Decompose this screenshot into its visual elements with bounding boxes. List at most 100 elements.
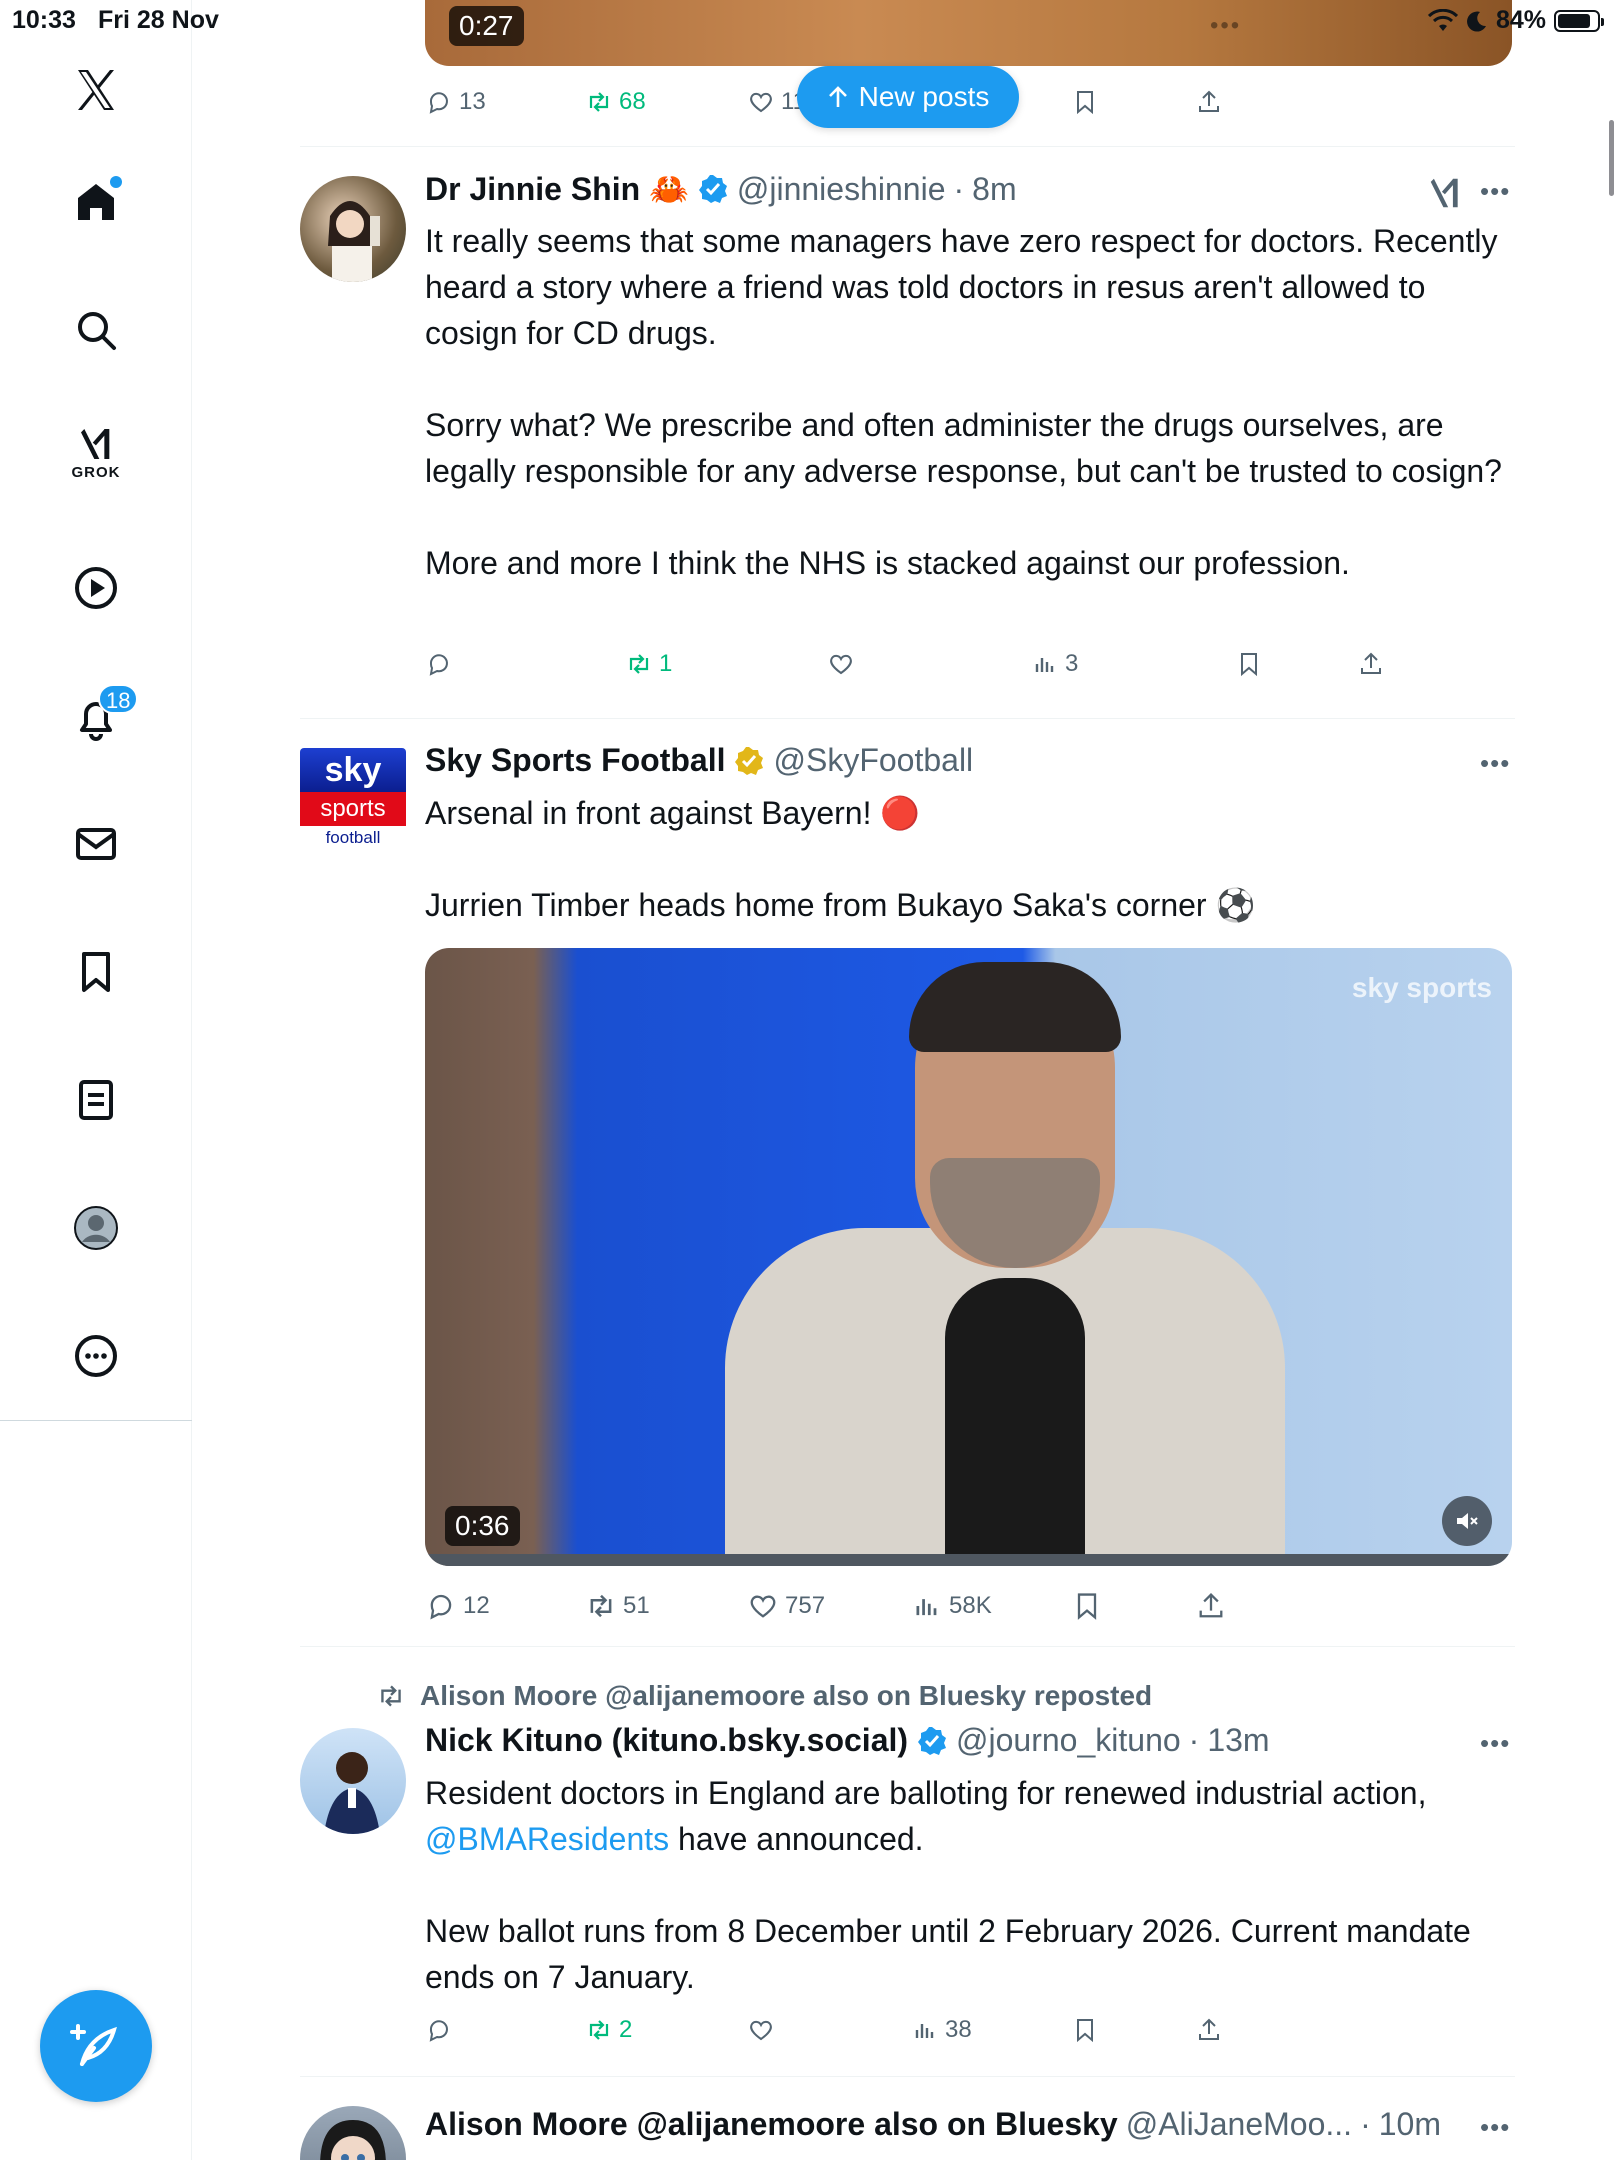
share-button[interactable]: [1357, 650, 1385, 678]
bookmark-icon: [1077, 2019, 1093, 2043]
views-button[interactable]: 3: [1031, 650, 1078, 678]
views-count: 58K: [949, 1592, 992, 1619]
logo-football: football: [325, 828, 381, 847]
avatar[interactable]: [300, 2106, 406, 2160]
views-button[interactable]: 58K: [911, 1590, 992, 1622]
author-name[interactable]: Dr Jinnie Shin 🦀: [425, 170, 689, 208]
author-handle[interactable]: @SkyFootball: [773, 742, 973, 779]
bell-icon[interactable]: 18: [62, 684, 139, 752]
share-button[interactable]: [1195, 88, 1223, 116]
reply-count: 13: [459, 88, 486, 115]
list-icon[interactable]: [62, 1066, 130, 1134]
repost-icon: [590, 1594, 612, 1618]
author-handle[interactable]: @AliJaneMoo...: [1126, 2106, 1352, 2143]
like-button[interactable]: [827, 650, 855, 678]
repost-button[interactable]: 2: [585, 2016, 632, 2044]
new-posts-pill[interactable]: New posts: [797, 66, 1019, 128]
like-count: 757: [785, 1592, 826, 1619]
search-icon[interactable]: [62, 296, 130, 364]
post-actions: 1 3: [425, 650, 1381, 690]
share-icon: [1199, 1592, 1223, 1618]
post-header: Nick Kituno (kituno.bsky.social) @journo…: [425, 1722, 1270, 1759]
repost-count: 1: [659, 650, 673, 677]
x-logo-icon[interactable]: [62, 56, 130, 124]
post-paragraph: Arsenal in front against Bayern! 🔴: [425, 795, 921, 831]
mute-button[interactable]: [1442, 1496, 1492, 1546]
author-handle[interactable]: @journo_kituno: [956, 1722, 1181, 1759]
reply-button[interactable]: 12: [425, 1590, 490, 1622]
heart-icon: [830, 654, 852, 675]
reply-button[interactable]: [425, 2016, 453, 2044]
post-time: 10m: [1378, 2106, 1441, 2142]
notifications-badge: 18: [98, 684, 139, 714]
author-name[interactable]: Alison Moore @alijanemoore also on Blues…: [425, 2106, 1118, 2143]
post-paragraph: New ballot runs from 8 December until 2 …: [425, 1913, 1471, 1995]
post-paragraph: It really seems that some managers have …: [425, 223, 1498, 351]
home-icon[interactable]: [62, 168, 130, 236]
views-button[interactable]: 38: [911, 2016, 972, 2044]
play-icon[interactable]: [62, 554, 130, 622]
repost-icon: [629, 654, 649, 674]
post-paragraph: Sorry what? We prescribe and often admin…: [425, 407, 1502, 489]
share-icon: [1361, 652, 1381, 674]
avatar[interactable]: [300, 1728, 406, 1834]
more-options-icon[interactable]: •••: [1480, 748, 1510, 779]
bookmark-button[interactable]: [1071, 1590, 1103, 1622]
heart-icon: [750, 2020, 772, 2041]
like-button[interactable]: 757: [747, 1590, 825, 1622]
reply-button[interactable]: [425, 650, 453, 678]
author-handle[interactable]: @jinnieshinnie: [737, 171, 946, 208]
repost-context-label[interactable]: Alison Moore @alijanemoore also on Blues…: [420, 1680, 1152, 1712]
compose-button[interactable]: [40, 1990, 152, 2102]
share-button[interactable]: [1195, 2016, 1223, 2044]
more-options-icon[interactable]: •••: [1480, 176, 1510, 207]
arrow-up-icon: [828, 86, 847, 107]
mention-link[interactable]: @BMAResidents: [425, 1821, 669, 1857]
views-icon: [1035, 658, 1054, 672]
text-segment: Resident doctors in England are ballotin…: [425, 1775, 1427, 1811]
share-icon: [1199, 90, 1219, 112]
moon-icon: [1466, 11, 1486, 32]
repost-button[interactable]: 68: [585, 88, 646, 116]
bookmark-icon: [1241, 653, 1257, 677]
scrollbar[interactable]: [1609, 120, 1614, 196]
post-header: Dr Jinnie Shin 🦀 @jinnieshinnie · 8m: [425, 170, 1017, 208]
more-options-icon[interactable]: •••: [1480, 1728, 1510, 1759]
speaker-muted-icon: [1457, 1513, 1478, 1529]
bookmark-icon: [1077, 1593, 1097, 1620]
author-name[interactable]: Sky Sports Football: [425, 742, 725, 779]
post-header: Sky Sports Football @SkyFootball: [425, 742, 973, 779]
wifi-icon: [1427, 8, 1458, 31]
profile-icon[interactable]: [62, 1194, 130, 1262]
bookmark-button[interactable]: [1071, 2016, 1099, 2044]
home-unread-dot: [110, 176, 122, 188]
reply-button[interactable]: 13: [425, 88, 486, 116]
battery-percent: 84%: [1495, 6, 1546, 34]
mail-icon[interactable]: [62, 810, 130, 878]
grok-label: GROK: [71, 463, 121, 481]
grok-explain-icon[interactable]: [1426, 174, 1464, 212]
share-button[interactable]: [1195, 1590, 1227, 1622]
bookmark-button[interactable]: [1071, 88, 1099, 116]
repost-count: 68: [619, 88, 646, 115]
status-indicators: 84%: [1427, 6, 1604, 35]
more-circle-icon[interactable]: [62, 1322, 130, 1390]
repost-button[interactable]: 51: [585, 1590, 650, 1622]
bookmark-button[interactable]: [1235, 650, 1263, 678]
post-video[interactable]: sky sports 0:36: [425, 948, 1512, 1566]
grok-icon[interactable]: GROK: [62, 418, 130, 486]
post-text: It really seems that some managers have …: [425, 218, 1515, 586]
sidebar-divider: [0, 1420, 192, 1421]
repost-button[interactable]: 1: [625, 650, 672, 678]
text-segment: have announced.: [669, 1821, 924, 1857]
views-count: 38: [945, 2016, 972, 2043]
author-name[interactable]: Nick Kituno (kituno.bsky.social): [425, 1722, 908, 1759]
share-icon: [1199, 2018, 1219, 2040]
avatar[interactable]: [300, 176, 406, 282]
sky-sports-logo[interactable]: sky sports football: [300, 748, 406, 854]
post-time: 8m: [972, 170, 1017, 207]
bookmark-icon[interactable]: [62, 938, 130, 1006]
like-button[interactable]: [747, 2016, 775, 2044]
heart-icon: [750, 92, 772, 113]
more-options-icon[interactable]: •••: [1480, 2112, 1510, 2143]
